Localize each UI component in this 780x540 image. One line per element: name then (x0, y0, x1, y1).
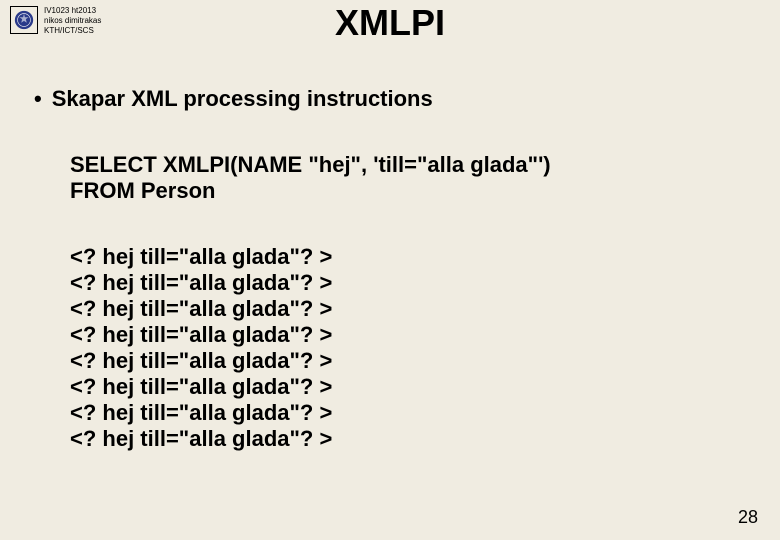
sql-line-2: FROM Person (70, 178, 750, 204)
output-line: <? hej till="alla glada"? > (70, 322, 750, 348)
page-number: 28 (738, 507, 758, 528)
output-line: <? hej till="alla glada"? > (70, 426, 750, 452)
slide-content: • Skapar XML processing instructions SEL… (0, 36, 780, 452)
output-line: <? hej till="alla glada"? > (70, 270, 750, 296)
output-line: <? hej till="alla glada"? > (70, 244, 750, 270)
sql-line-1: SELECT XMLPI(NAME "hej", 'till="alla gla… (70, 152, 750, 178)
bullet-dot-icon: • (34, 86, 42, 112)
output-line: <? hej till="alla glada"? > (70, 348, 750, 374)
sql-code-block: SELECT XMLPI(NAME "hej", 'till="alla gla… (70, 152, 750, 204)
output-line: <? hej till="alla glada"? > (70, 374, 750, 400)
bullet-item: • Skapar XML processing instructions (30, 86, 750, 112)
output-block: <? hej till="alla glada"? > <? hej till=… (70, 244, 750, 452)
output-line: <? hej till="alla glada"? > (70, 400, 750, 426)
output-line: <? hej till="alla glada"? > (70, 296, 750, 322)
bullet-text: Skapar XML processing instructions (52, 86, 433, 112)
slide-title: XMLPI (0, 2, 780, 44)
